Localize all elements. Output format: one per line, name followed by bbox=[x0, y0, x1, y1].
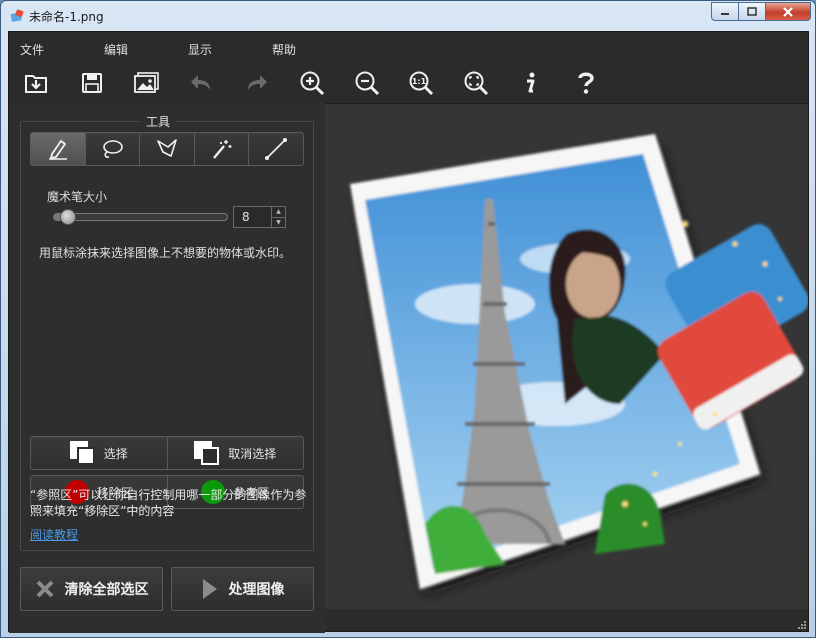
save-button[interactable] bbox=[76, 67, 108, 99]
maximize-button[interactable] bbox=[738, 2, 765, 21]
spin-arrows: ▲ ▼ bbox=[271, 207, 285, 227]
menu-bar: 文件 编辑 显示 帮助 bbox=[9, 32, 808, 63]
title-bar[interactable]: 未命名-1.png bbox=[1, 1, 815, 31]
brush-size-value[interactable]: 8 bbox=[234, 207, 271, 227]
brush-size-spinbox[interactable]: 8 ▲ ▼ bbox=[233, 206, 286, 228]
info-icon bbox=[527, 72, 535, 93]
marker-tool-button[interactable] bbox=[31, 133, 86, 165]
selection-buttons: 选择 取消选择 bbox=[30, 436, 304, 470]
select-label: 选择 bbox=[103, 446, 128, 461]
zoom-in-icon bbox=[300, 71, 325, 96]
image-button[interactable] bbox=[131, 67, 163, 99]
zoom-fit-icon bbox=[464, 71, 489, 96]
hint-text: 用鼠标涂抹来选择图像上不想要的物体或水印。 bbox=[39, 246, 292, 260]
window-title: 未命名-1.png bbox=[29, 10, 104, 24]
redo-button[interactable] bbox=[241, 67, 273, 99]
select-icon bbox=[69, 441, 96, 465]
window-controls bbox=[711, 2, 811, 21]
deselect-icon bbox=[194, 441, 220, 465]
undo-button[interactable] bbox=[185, 67, 217, 99]
zoom-actual-label: 1:1 bbox=[412, 77, 427, 86]
redo-icon bbox=[248, 75, 267, 90]
zoom-out-button[interactable] bbox=[351, 67, 383, 99]
tools-title: 工具 bbox=[140, 113, 177, 130]
deselect-button[interactable]: 取消选择 bbox=[168, 437, 304, 469]
reference-info-text: “参照区”可以让你自行控制用哪一部分的图像作为参照来填充“移除区”中的内容 bbox=[30, 488, 307, 518]
process-image-label: 处理图像 bbox=[228, 582, 285, 598]
menu-file[interactable]: 文件 bbox=[20, 41, 44, 58]
line-icon bbox=[265, 138, 288, 160]
polygon-lasso-tool-button[interactable] bbox=[140, 133, 195, 165]
select-button[interactable]: 选择 bbox=[31, 437, 168, 469]
clear-x-icon bbox=[36, 580, 53, 598]
slider-thumb[interactable] bbox=[59, 209, 76, 225]
spin-down-icon[interactable]: ▼ bbox=[272, 217, 285, 228]
resize-grip-icon[interactable] bbox=[796, 619, 806, 629]
info-button[interactable] bbox=[514, 67, 546, 99]
minimize-icon bbox=[721, 12, 729, 15]
line-tool-button[interactable] bbox=[249, 133, 303, 165]
zoom-actual-button[interactable]: 1:1 bbox=[405, 67, 437, 99]
close-button[interactable] bbox=[765, 2, 811, 21]
zoom-fit-button[interactable] bbox=[460, 67, 492, 99]
clear-all-label: 清除全部选区 bbox=[64, 582, 149, 598]
deselect-label: 取消选择 bbox=[228, 446, 277, 461]
image-icon bbox=[134, 72, 159, 93]
zoom-out-icon bbox=[355, 71, 380, 96]
brush-size-slider[interactable] bbox=[53, 209, 228, 225]
brush-size-label: 魔术笔大小 bbox=[47, 190, 108, 204]
app-window: 未命名-1.png 文件 编辑 显示 帮助 1:1 工具 魔术笔大小 8 ▲ ▼… bbox=[0, 0, 816, 638]
maximize-icon bbox=[747, 6, 757, 16]
help-icon bbox=[578, 72, 594, 94]
zoom-in-button[interactable] bbox=[296, 67, 328, 99]
magic-wand-icon bbox=[212, 140, 232, 159]
close-icon bbox=[783, 6, 793, 17]
polygon-lasso-icon bbox=[157, 139, 177, 157]
minimize-button[interactable] bbox=[711, 2, 738, 21]
image-canvas[interactable] bbox=[325, 103, 809, 609]
lasso-icon bbox=[103, 140, 124, 158]
open-button[interactable] bbox=[20, 67, 52, 99]
lasso-tool-button[interactable] bbox=[86, 133, 141, 165]
app-icon bbox=[10, 9, 24, 22]
toolbar: 1:1 bbox=[9, 63, 808, 103]
tutorial-link[interactable]: 阅读教程 bbox=[30, 526, 78, 543]
menu-edit[interactable]: 编辑 bbox=[104, 41, 128, 58]
preview-image bbox=[325, 104, 809, 609]
marker-icon bbox=[48, 140, 67, 160]
play-icon bbox=[202, 579, 217, 599]
tools-panel: 工具 魔术笔大小 8 ▲ ▼ 用鼠标涂抹来选择图像上不想要的物体或水印。 选择 … bbox=[9, 103, 325, 633]
menu-view[interactable]: 显示 bbox=[188, 41, 212, 58]
magic-wand-tool-button[interactable] bbox=[195, 133, 250, 165]
open-icon bbox=[25, 75, 47, 93]
process-image-button[interactable]: 处理图像 bbox=[171, 567, 314, 611]
client-area: 文件 编辑 显示 帮助 1:1 工具 魔术笔大小 8 ▲ ▼ 用鼠标涂抹来选择图… bbox=[8, 31, 809, 633]
help-button[interactable] bbox=[570, 67, 602, 99]
undo-icon bbox=[191, 75, 210, 90]
menu-help[interactable]: 帮助 bbox=[272, 41, 296, 58]
tool-selector bbox=[30, 132, 304, 166]
zoom-actual-icon: 1:1 bbox=[409, 71, 434, 96]
spin-up-icon[interactable]: ▲ bbox=[272, 207, 285, 217]
clear-all-selection-button[interactable]: 清除全部选区 bbox=[20, 567, 163, 611]
save-icon bbox=[82, 73, 102, 93]
